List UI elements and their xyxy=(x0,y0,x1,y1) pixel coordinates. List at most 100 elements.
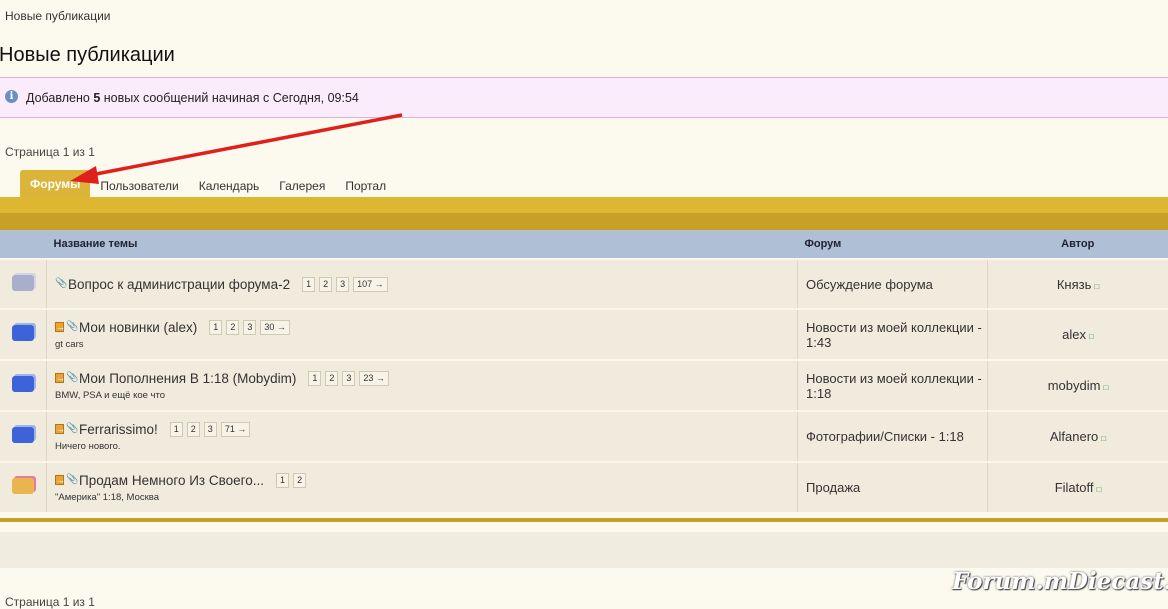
forum-link[interactable]: Новости из моей коллекции - 1:43 xyxy=(806,320,982,350)
column-header-forum: Форум xyxy=(798,230,988,259)
table-row: → 📎 Продам Немного Из Своего... 12 "Амер… xyxy=(0,462,1168,512)
page-link[interactable]: 1 xyxy=(209,320,222,335)
author-link[interactable]: alex xyxy=(1062,327,1086,342)
author-link[interactable]: mobydim xyxy=(1048,378,1101,393)
topic-pages: 123 107 → xyxy=(302,277,392,292)
profile-card-icon[interactable]: □ xyxy=(1096,485,1101,494)
topic-title-link[interactable]: Мои новинки (alex) xyxy=(79,320,197,335)
topic-author-cell: Filatoff□ xyxy=(988,462,1168,512)
page-counter-top: Страница 1 из 1 xyxy=(5,145,95,159)
notice-text: Добавлено 5 новых сообщений начиная с Се… xyxy=(26,91,359,105)
table-bottom-bar xyxy=(0,518,1168,522)
table-row: → 📎 Ferrarissimo! 123 71 → Ничего нового.… xyxy=(0,411,1168,462)
watermark-logo: Forum.mDiecast.com xyxy=(952,568,1168,595)
topic-pages: 123 71 → xyxy=(170,422,255,437)
topic-title-cell: 📎 Вопрос к администрации форума-2 123 107… xyxy=(47,259,798,309)
new-post-icon[interactable]: → xyxy=(55,322,64,332)
topic-title-cell: → 📎 Ferrarissimo! 123 71 → Ничего нового. xyxy=(47,411,798,462)
profile-card-icon[interactable]: □ xyxy=(1103,383,1108,392)
profile-card-icon[interactable]: □ xyxy=(1094,282,1099,291)
table-row: → 📎 Мои новинки (alex) 123 30 → gt cars Н… xyxy=(0,309,1168,360)
tab-bar xyxy=(0,197,1168,213)
attachment-icon: 📎 xyxy=(66,475,75,485)
table-row: 📎 Вопрос к администрации форума-2 123 107… xyxy=(0,259,1168,309)
topic-title-link[interactable]: Продам Немного Из Своего... xyxy=(79,473,264,488)
tab-users[interactable]: Пользователи xyxy=(90,175,188,197)
page-link[interactable]: 71 → xyxy=(221,422,251,437)
page-link[interactable]: 3 xyxy=(243,320,256,335)
profile-card-icon[interactable]: □ xyxy=(1089,332,1094,341)
page-link[interactable]: 2 xyxy=(226,320,239,335)
attachment-icon: 📎 xyxy=(66,322,75,332)
nav-tabs: Форумы Пользователи Календарь Галерея По… xyxy=(20,170,396,197)
topic-author-cell: alex□ xyxy=(988,309,1168,360)
topic-title-link[interactable]: Вопрос к администрации форума-2 xyxy=(68,277,290,292)
topic-description: Ничего нового. xyxy=(55,441,796,452)
page-link[interactable]: 107 → xyxy=(353,277,388,292)
topic-title-cell: → 📎 Мои новинки (alex) 123 30 → gt cars xyxy=(47,309,798,360)
new-posts-notice: i Добавлено 5 новых сообщений начиная с … xyxy=(0,77,1168,118)
page-link[interactable]: 3 xyxy=(204,422,217,437)
topics-table: Название темы Форум Автор 📎 Вопрос к адм… xyxy=(0,230,1168,512)
footer-strip xyxy=(0,532,1168,568)
attachment-icon: 📎 xyxy=(66,373,75,383)
breadcrumb[interactable]: Новые публикации xyxy=(5,9,111,23)
new-post-icon[interactable]: → xyxy=(55,475,64,485)
author-link[interactable]: Filatoff xyxy=(1055,480,1094,495)
page-link[interactable]: 30 → xyxy=(260,320,290,335)
author-link[interactable]: Князь xyxy=(1057,277,1092,292)
page-link[interactable]: 1 xyxy=(276,473,289,488)
topic-author-cell: Alfanero□ xyxy=(988,411,1168,462)
tab-portal[interactable]: Портал xyxy=(335,175,396,197)
tab-forums[interactable]: Форумы xyxy=(20,170,90,197)
forum-link[interactable]: Обсуждение форума xyxy=(806,277,933,292)
page-link[interactable]: 3 xyxy=(342,371,355,386)
page-link[interactable]: 3 xyxy=(336,277,349,292)
topic-status-cell xyxy=(0,462,47,512)
attachment-icon: 📎 xyxy=(55,279,64,289)
topic-status-icon xyxy=(12,275,34,291)
page-link[interactable]: 2 xyxy=(293,473,306,488)
topic-title-cell: → 📎 Мои Пополнения В 1:18 (Mobydim) 1232… xyxy=(47,360,798,411)
page-counter-bottom: Страница 1 из 1 xyxy=(5,595,95,609)
column-header-title: Название темы xyxy=(47,230,798,259)
page-link[interactable]: 1 xyxy=(308,371,321,386)
topic-status-icon xyxy=(12,376,34,392)
page-link[interactable]: 2 xyxy=(319,277,332,292)
topic-forum-cell: Фотографии/Списки - 1:18 xyxy=(798,411,988,462)
topic-status-cell xyxy=(0,411,47,462)
topic-status-icon xyxy=(12,478,34,494)
topic-pages: 123 23 → xyxy=(308,371,393,386)
tab-gallery[interactable]: Галерея xyxy=(269,175,335,197)
info-icon: i xyxy=(5,90,18,103)
arrow-shaft xyxy=(96,115,402,174)
topic-forum-cell: Продажа xyxy=(798,462,988,512)
author-link[interactable]: Alfanero xyxy=(1050,429,1098,444)
topic-title-link[interactable]: Мои Пополнения В 1:18 (Mobydim) xyxy=(79,371,296,386)
page-link[interactable]: 1 xyxy=(170,422,183,437)
topic-title-cell: → 📎 Продам Немного Из Своего... 12 "Амер… xyxy=(47,462,798,512)
topic-status-cell xyxy=(0,360,47,411)
topic-description: gt cars xyxy=(55,339,796,350)
tab-calendar[interactable]: Календарь xyxy=(189,175,270,197)
new-post-icon[interactable]: → xyxy=(55,373,64,383)
topic-status-cell xyxy=(0,259,47,309)
page-link[interactable]: 2 xyxy=(187,422,200,437)
page-link[interactable]: 2 xyxy=(325,371,338,386)
forum-link[interactable]: Фотографии/Списки - 1:18 xyxy=(806,429,964,444)
topic-title-link[interactable]: Ferrarissimo! xyxy=(79,422,158,437)
topic-pages: 123 30 → xyxy=(209,320,294,335)
attachment-icon: 📎 xyxy=(66,424,75,434)
topic-description: BMW, PSA и ещё кое что xyxy=(55,390,796,401)
page-link[interactable]: 1 xyxy=(302,277,315,292)
forum-link[interactable]: Новости из моей коллекции - 1:18 xyxy=(806,371,982,401)
forum-link[interactable]: Продажа xyxy=(806,480,860,495)
profile-card-icon[interactable]: □ xyxy=(1101,434,1106,443)
table-row: → 📎 Мои Пополнения В 1:18 (Mobydim) 1232… xyxy=(0,360,1168,411)
topic-status-icon xyxy=(12,427,34,443)
page-link[interactable]: 23 → xyxy=(359,371,389,386)
topic-author-cell: mobydim□ xyxy=(988,360,1168,411)
topic-description: "Америка" 1:18, Москва xyxy=(55,492,796,503)
new-post-icon[interactable]: → xyxy=(55,424,64,434)
topic-status-cell xyxy=(0,309,47,360)
